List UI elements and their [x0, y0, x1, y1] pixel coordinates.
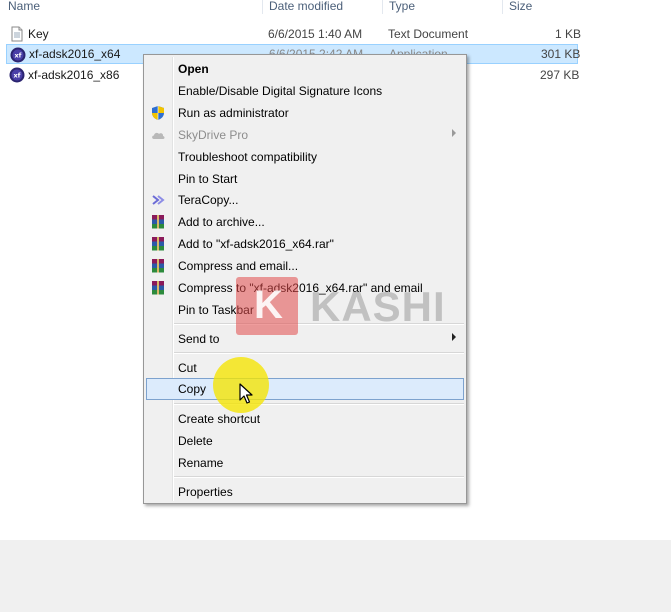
column-header-type[interactable]: Type [389, 0, 415, 14]
file-size: 301 KB [541, 47, 581, 61]
menu-item-label: Properties [178, 485, 233, 499]
menu-item-label: Add to "xf-adsk2016_x64.rar" [178, 237, 334, 251]
winrar-icon [152, 237, 164, 251]
menu-item-cut[interactable]: Cut [146, 357, 464, 379]
text-document-icon [11, 26, 23, 42]
file-name: xf-adsk2016_x64 [29, 47, 121, 61]
menu-item-label: Compress and email... [178, 259, 299, 273]
menu-item-label: Delete [178, 434, 213, 448]
teracopy-icon [152, 195, 165, 205]
menu-item-compress-and-email[interactable]: Compress and email... [146, 255, 464, 277]
menu-item-label: Rename [178, 456, 224, 470]
svg-text:xf: xf [13, 72, 20, 80]
menu-item-skydrive-pro[interactable]: SkyDrive Pro [146, 124, 464, 146]
skydrive-icon [152, 132, 165, 139]
menu-item-properties[interactable]: Properties [146, 481, 464, 503]
menu-item-rename[interactable]: Rename [146, 452, 464, 474]
file-name: Key [28, 27, 49, 41]
uac-shield-icon [152, 106, 164, 120]
file-date: 6/6/2015 1:40 AM [268, 27, 363, 41]
menu-separator [174, 352, 464, 354]
menu-item-label: Send to [178, 332, 220, 346]
submenu-arrow-icon [452, 333, 456, 341]
file-size: 297 KB [540, 68, 580, 82]
xforce-app-icon: xf [10, 47, 26, 63]
menu-item-label: Cut [178, 361, 197, 375]
menu-item-digital-signature-icons[interactable]: Enable/Disable Digital Signature Icons [146, 80, 464, 102]
menu-item-copy[interactable]: Copy [146, 378, 464, 400]
winrar-icon [152, 281, 164, 295]
menu-item-label: Pin to Start [178, 172, 238, 186]
menu-item-delete[interactable]: Delete [146, 430, 464, 452]
file-row[interactable]: Key 6/6/2015 1:40 AM Text Document 1 KB [6, 24, 582, 44]
submenu-arrow-icon [452, 129, 456, 137]
menu-separator [174, 403, 464, 405]
menu-item-label: Enable/Disable Digital Signature Icons [178, 84, 383, 98]
column-header-name[interactable]: Name [8, 0, 40, 14]
file-size: 1 KB [555, 27, 582, 41]
menu-item-label: Open [178, 62, 209, 76]
svg-text:xf: xf [14, 52, 21, 60]
bottom-background [0, 540, 671, 612]
mouse-pointer-icon [239, 383, 253, 404]
menu-item-label: Run as administrator [178, 106, 289, 120]
menu-item-label: Troubleshoot compatibility [178, 150, 317, 164]
menu-item-add-to-archive[interactable]: Add to archive... [146, 211, 464, 233]
column-divider[interactable] [382, 0, 383, 14]
menu-item-label: Add to archive... [178, 215, 265, 229]
xforce-app-icon: xf [9, 67, 25, 83]
menu-item-troubleshoot-compatibility[interactable]: Troubleshoot compatibility [146, 146, 464, 168]
menu-item-run-as-administrator[interactable]: Run as administrator [146, 102, 464, 124]
menu-separator [174, 476, 464, 478]
winrar-icon [152, 215, 164, 229]
menu-item-label: SkyDrive Pro [178, 128, 249, 142]
column-header-size[interactable]: Size [509, 0, 532, 14]
watermark-logo-letter: K [254, 283, 283, 327]
kashi-watermark: K KASHI [236, 275, 446, 335]
menu-item-label: TeraCopy... [178, 193, 239, 207]
menu-item-open[interactable]: Open [146, 58, 464, 80]
watermark-text: KASHI [310, 283, 446, 330]
menu-item-add-to-rar[interactable]: Add to "xf-adsk2016_x64.rar" [146, 233, 464, 255]
menu-item-label: Create shortcut [178, 412, 261, 426]
column-header-date-modified[interactable]: Date modified [269, 0, 343, 14]
menu-item-create-shortcut[interactable]: Create shortcut [146, 408, 464, 430]
column-divider[interactable] [262, 0, 263, 14]
menu-item-pin-to-start[interactable]: Pin to Start [146, 168, 464, 190]
winrar-icon [152, 259, 164, 273]
column-divider[interactable] [502, 0, 503, 14]
menu-item-label: Copy [178, 382, 207, 396]
file-name: xf-adsk2016_x86 [28, 68, 120, 82]
menu-item-teracopy[interactable]: TeraCopy... [146, 189, 464, 211]
file-type: Text Document [388, 27, 469, 41]
